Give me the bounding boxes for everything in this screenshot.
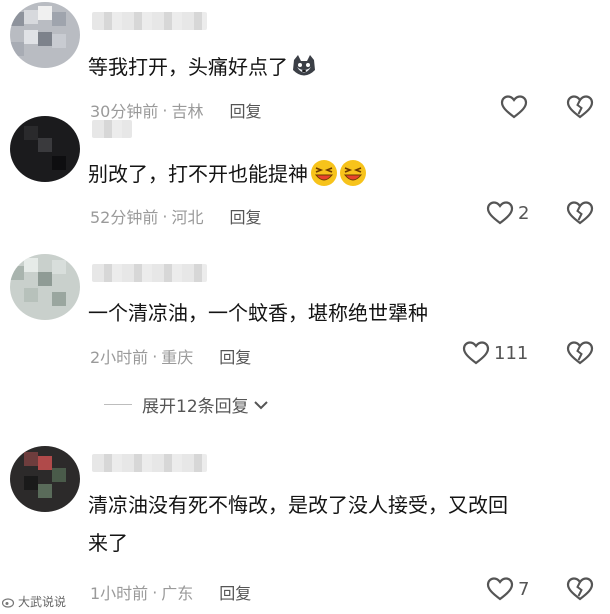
wolf-emoji-icon (290, 54, 318, 92)
dislike-button[interactable] (566, 340, 594, 370)
laughing-crying-emoji-icon (310, 159, 368, 199)
broken-heart-icon (566, 577, 594, 601)
weibo-logo-icon (2, 597, 15, 608)
username-blurred[interactable] (92, 12, 207, 30)
comment-meta: 2小时前 · 重庆 回复 (90, 344, 251, 368)
comment-1: 等我打开，头痛好点了 30分钟前 · 吉林 回复 (0, 0, 610, 125)
username-blurred[interactable] (92, 454, 207, 472)
avatar[interactable] (10, 254, 80, 320)
meta-separator: · (162, 206, 168, 226)
comment-location: 重庆 (161, 348, 194, 367)
meta-separator: · (152, 346, 158, 366)
like-count: 111 (494, 342, 529, 364)
comment-time: 2小时前 (90, 348, 149, 367)
avatar[interactable] (10, 2, 80, 68)
comment-location: 广东 (161, 584, 194, 603)
expand-replies-label: 展开12条回复 (142, 397, 249, 417)
watermark: 大武说说 (2, 593, 66, 610)
reply-button[interactable]: 回复 (229, 204, 261, 228)
chevron-down-icon (253, 400, 268, 409)
reply-button[interactable]: 回复 (219, 580, 251, 604)
meta-separator: · (152, 582, 158, 602)
comment-text: 别改了，打不开也能提神 (88, 155, 590, 199)
reply-button[interactable]: 回复 (219, 344, 251, 368)
username-blurred[interactable] (92, 264, 207, 282)
comment-4: 清凉油没有死不悔改，是改了没人接受，又改回 来了 1小时前 · 广东 回复 7 (0, 440, 610, 614)
like-button[interactable]: 2 (486, 200, 529, 226)
avatar[interactable] (10, 116, 80, 182)
comment-location: 河北 (171, 208, 204, 227)
broken-heart-icon (566, 341, 594, 365)
heart-icon (462, 341, 490, 365)
expand-replies-button[interactable]: 展开12条回复 (104, 392, 269, 417)
like-count: 7 (518, 578, 530, 600)
like-button[interactable]: 111 (462, 340, 528, 366)
dislike-button[interactable] (566, 200, 594, 230)
heart-icon (486, 201, 514, 225)
broken-heart-icon (566, 201, 594, 225)
comment-3: 一个清凉油，一个蚊香，堪称绝世犟种 2小时前 · 重庆 回复 111 (0, 250, 610, 380)
comment-time: 1小时前 (90, 584, 149, 603)
dislike-button[interactable] (566, 576, 594, 606)
comment-text: 清凉油没有死不悔改，是改了没人接受，又改回 来了 (88, 493, 508, 555)
like-count: 2 (518, 202, 530, 224)
like-button[interactable]: 7 (486, 576, 529, 602)
comment-time: 52分钟前 (90, 208, 159, 227)
username-blurred[interactable] (92, 120, 132, 138)
comment-text: 等我打开，头痛好点了 (88, 48, 590, 92)
watermark-text: 大武说说 (18, 595, 67, 609)
comment-meta: 1小时前 · 广东 回复 (90, 580, 251, 604)
comment-meta: 52分钟前 · 河北 回复 (90, 204, 262, 228)
divider-line (104, 404, 132, 405)
heart-icon (486, 577, 514, 601)
comment-2: 别改了，打不开也能提神 52分钟前 · 河北 回复 2 (0, 110, 610, 240)
avatar[interactable] (10, 446, 80, 512)
comment-text: 一个清凉油，一个蚊香，堪称绝世犟种 (88, 301, 428, 325)
